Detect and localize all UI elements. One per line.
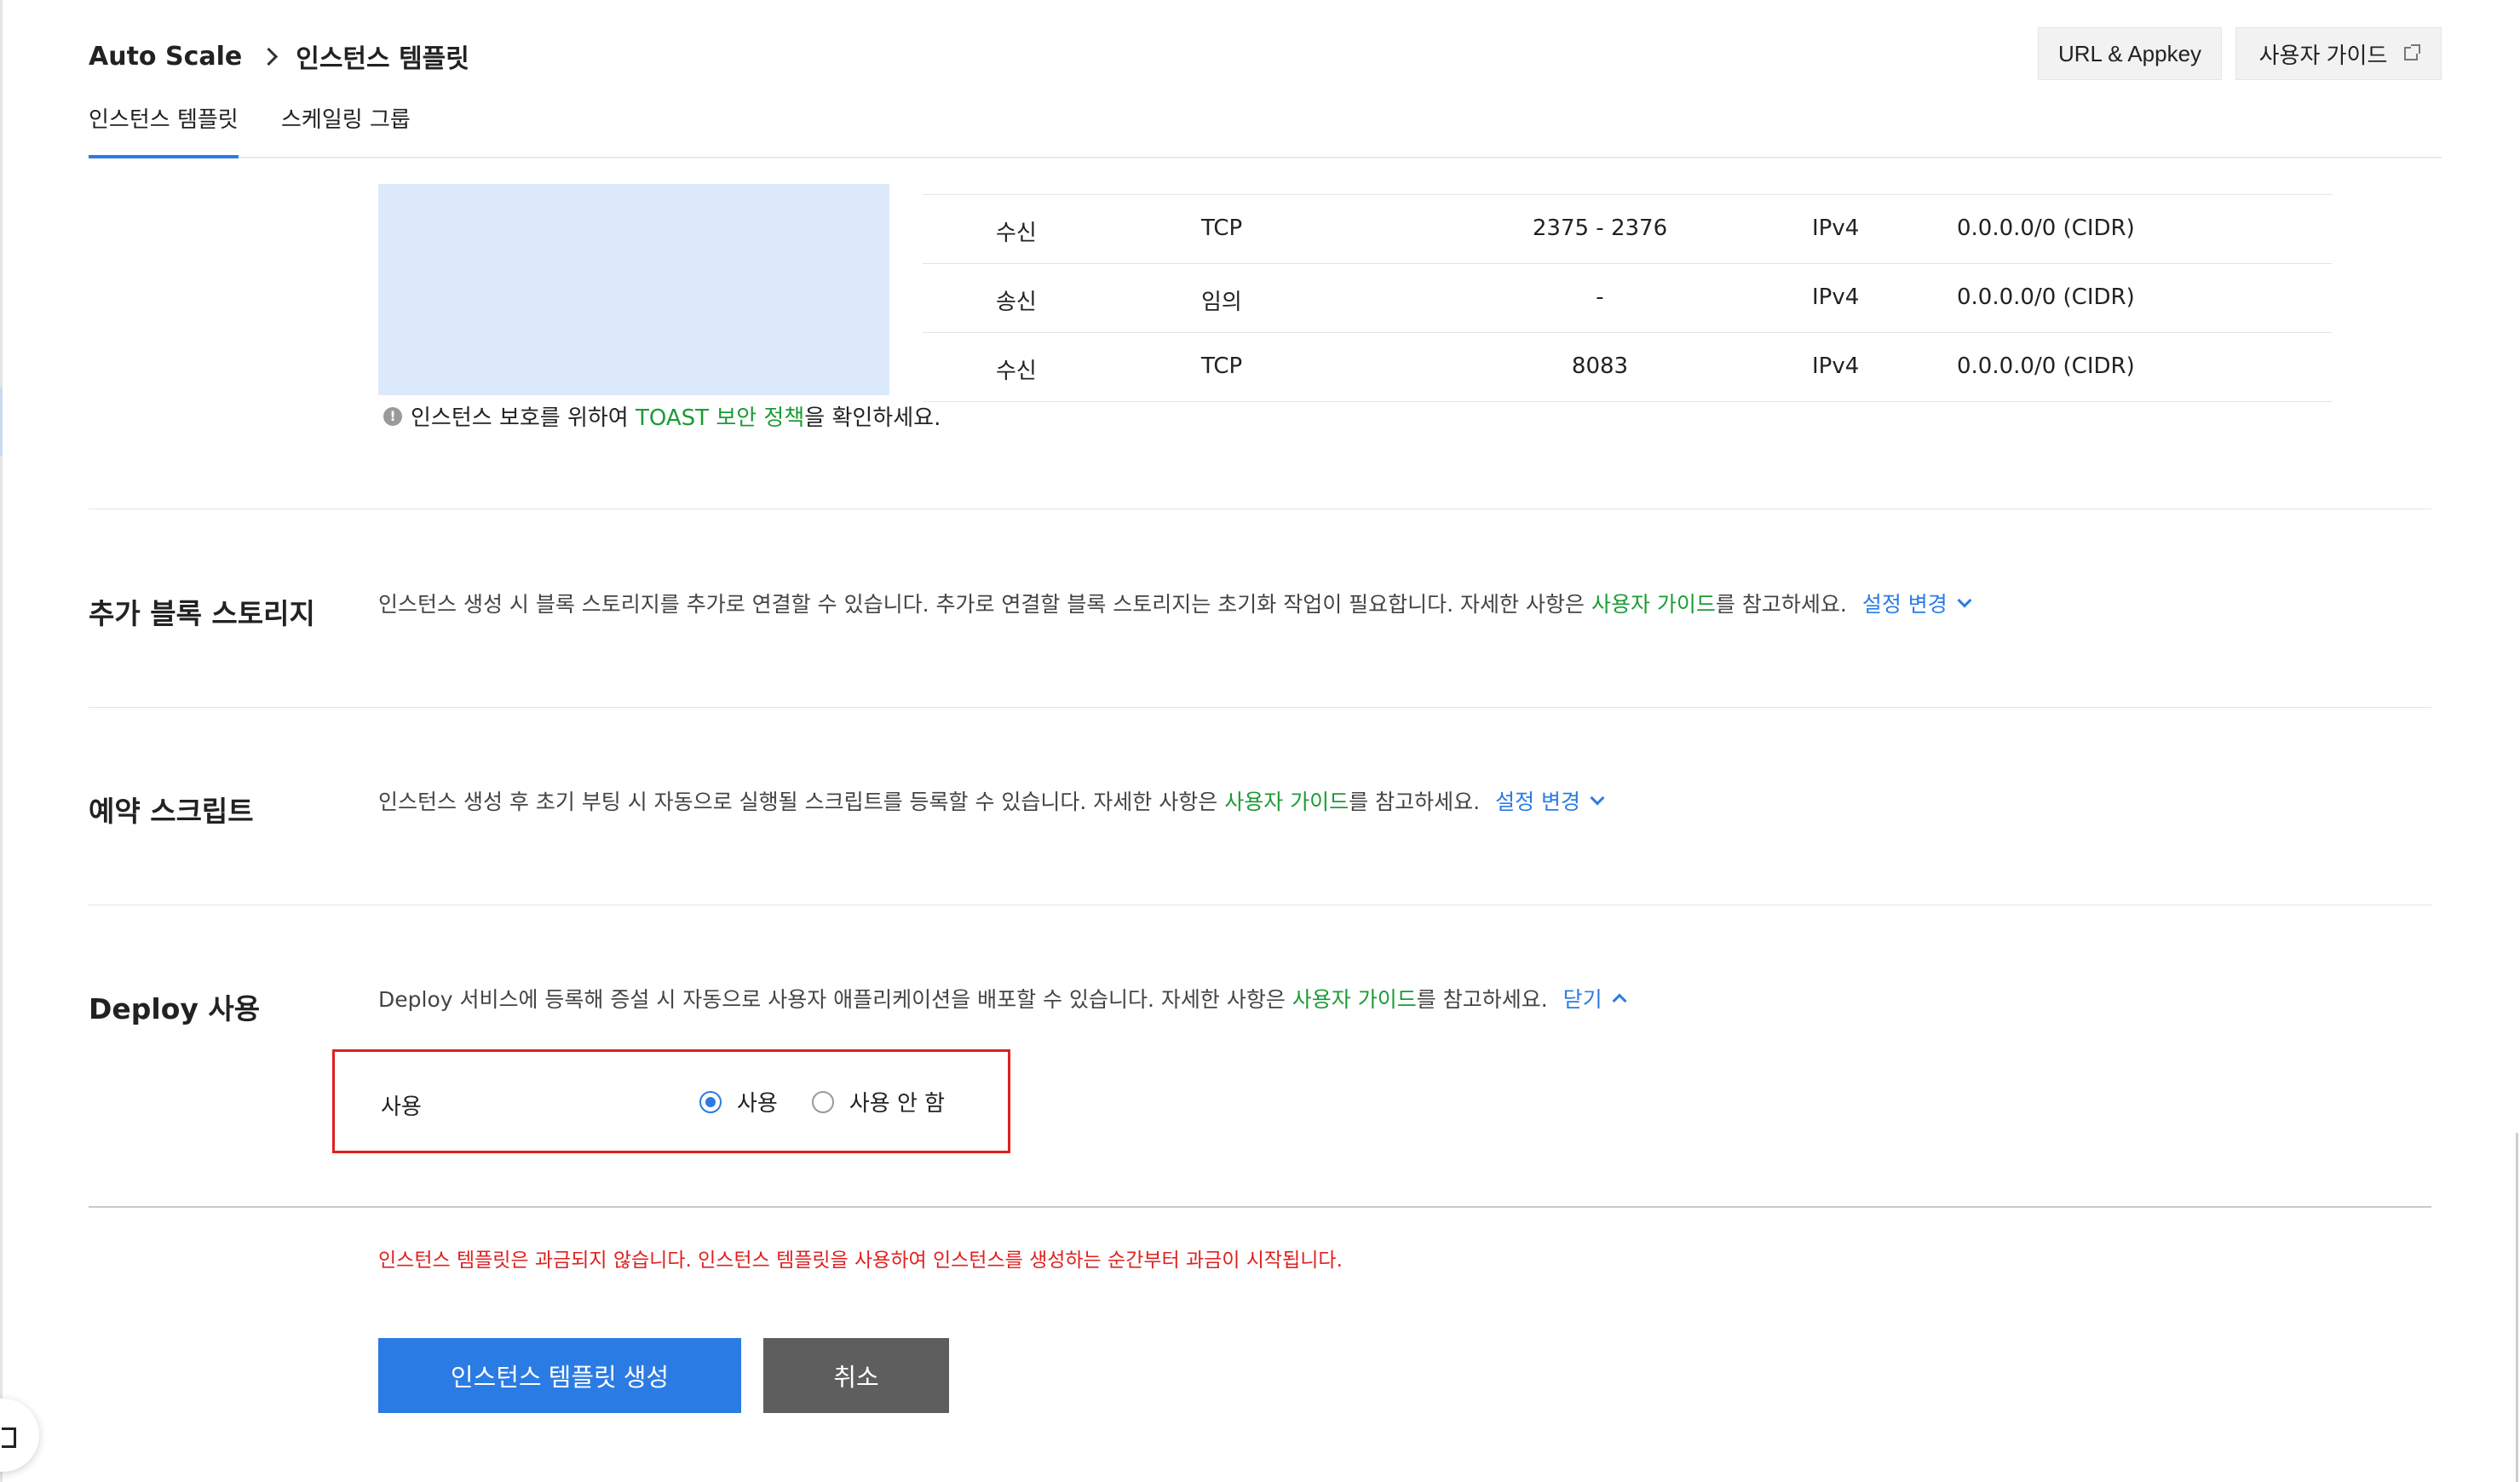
chevron-down-icon[interactable] <box>1590 790 1605 806</box>
deploy-use-label: 사용 <box>381 1094 422 1120</box>
deploy-close-toggle[interactable]: 닫기 <box>1563 983 1602 1014</box>
breadcrumb-root[interactable]: Auto Scale <box>89 42 242 72</box>
billing-warning: 인스턴스 템플릿은 과금되지 않습니다. 인스턴스 템플릿을 사용하여 인스턴스… <box>378 1249 1343 1272</box>
rule-direction: 수신 <box>996 359 1037 384</box>
rule-direction: 수신 <box>996 221 1037 246</box>
widget-icon <box>2 1427 16 1448</box>
table-row: 수신 TCP 2375 - 2376 IPv4 0.0.0.0/0 (CIDR) <box>923 194 2332 263</box>
cancel-label: 취소 <box>833 1364 879 1392</box>
info-icon: ! <box>383 406 402 426</box>
page: Auto Scale 인스턴스 템플릿 URL & Appkey 사용자 가이드… <box>0 0 2520 1482</box>
rule-direction: 송신 <box>996 290 1037 315</box>
scrollbar[interactable] <box>2516 1133 2518 1482</box>
section-divider <box>89 707 2431 708</box>
tab-scaling-group[interactable]: 스케일링 그룹 <box>281 106 411 155</box>
reserved-script-desc-text: 인스턴스 생성 후 초기 부팅 시 자동으로 실행될 스크립트를 등록할 수 있… <box>378 790 1225 814</box>
breadcrumb: Auto Scale 인스턴스 템플릿 <box>89 37 469 75</box>
user-guide-label: 사용자 가이드 <box>2258 42 2388 68</box>
create-template-label: 인스턴스 템플릿 생성 <box>450 1364 670 1392</box>
security-note-suffix: 을 확인하세요. <box>804 405 941 431</box>
rule-protocol: 임의 <box>1201 290 1242 315</box>
deploy-desc-text: Deploy 서비스에 등록해 증설 시 자동으로 사용자 애플리케이션을 배포… <box>378 987 1292 1012</box>
tab-instance-template[interactable]: 인스턴스 템플릿 <box>89 106 239 158</box>
cancel-button[interactable]: 취소 <box>763 1338 949 1413</box>
deploy-use-radio-group: 사용 사용 안 함 <box>699 1086 979 1117</box>
rule-protocol: TCP <box>1201 353 1243 379</box>
block-storage-description: 인스턴스 생성 시 블록 스토리지를 추가로 연결할 수 있습니다. 추가로 연… <box>378 588 1972 618</box>
rule-ether-type: IPv4 <box>1812 353 1860 379</box>
rule-ether-type: IPv4 <box>1812 284 1860 310</box>
rule-ether-type: IPv4 <box>1812 215 1860 241</box>
deploy-desc-suffix: 를 참고하세요. <box>1416 987 1548 1012</box>
deploy-use-radio-off[interactable] <box>811 1090 834 1113</box>
external-link-icon <box>2404 44 2421 60</box>
chevron-down-icon[interactable] <box>1957 593 1972 608</box>
deploy-use-highlight-box: 사용 사용 사용 안 함 <box>332 1049 1010 1153</box>
deploy-guide-link[interactable]: 사용자 가이드 <box>1292 983 1417 1014</box>
rule-protocol: TCP <box>1201 215 1243 241</box>
left-rail-marker <box>0 388 3 456</box>
tab-label: 인스턴스 템플릿 <box>89 107 239 133</box>
security-note-prefix: 인스턴스 보호를 위하여 <box>411 405 636 431</box>
section-divider <box>89 508 2431 509</box>
left-rail <box>0 0 3 1482</box>
rule-remote: 0.0.0.0/0 (CIDR) <box>1957 353 2135 379</box>
rule-port: - <box>1596 284 1604 310</box>
url-appkey-button[interactable]: URL & Appkey <box>2038 27 2222 80</box>
deploy-description: Deploy 서비스에 등록해 증설 시 자동으로 사용자 애플리케이션을 배포… <box>378 983 1627 1014</box>
block-storage-settings-toggle[interactable]: 설정 변경 <box>1862 588 1948 618</box>
chevron-right-icon <box>260 47 279 66</box>
user-guide-button[interactable]: 사용자 가이드 <box>2235 27 2442 80</box>
tab-bar: 인스턴스 템플릿 스케일링 그룹 <box>89 106 2442 158</box>
breadcrumb-current: 인스턴스 템플릿 <box>296 44 469 74</box>
create-template-button[interactable]: 인스턴스 템플릿 생성 <box>378 1338 741 1413</box>
deploy-use-off-label[interactable]: 사용 안 함 <box>849 1086 945 1117</box>
block-storage-guide-link[interactable]: 사용자 가이드 <box>1591 588 1716 618</box>
security-rules-table: 수신 TCP 2375 - 2376 IPv4 0.0.0.0/0 (CIDR)… <box>923 194 2332 402</box>
deploy-use-on-label[interactable]: 사용 <box>737 1086 778 1117</box>
floating-widget-button[interactable] <box>0 1399 39 1472</box>
block-storage-desc-text: 인스턴스 생성 시 블록 스토리지를 추가로 연결할 수 있습니다. 추가로 연… <box>378 592 1591 617</box>
security-group-list-panel <box>378 184 889 395</box>
reserved-script-title: 예약 스크립트 <box>89 795 254 828</box>
chevron-up-icon[interactable] <box>1612 993 1627 1008</box>
block-storage-title: 추가 블록 스토리지 <box>89 597 315 630</box>
tab-label: 스케일링 그룹 <box>281 107 411 133</box>
footer-divider <box>89 1206 2431 1208</box>
table-row: 수신 TCP 8083 IPv4 0.0.0.0/0 (CIDR) <box>923 332 2332 402</box>
rule-remote: 0.0.0.0/0 (CIDR) <box>1957 284 2135 310</box>
toast-security-policy-link[interactable]: TOAST 보안 정책 <box>636 400 804 432</box>
deploy-title: Deploy 사용 <box>89 992 261 1025</box>
reserved-script-guide-link[interactable]: 사용자 가이드 <box>1224 785 1349 816</box>
rule-remote: 0.0.0.0/0 (CIDR) <box>1957 215 2135 241</box>
reserved-script-desc-suffix: 를 참고하세요. <box>1349 790 1481 814</box>
deploy-use-radio-on[interactable] <box>699 1090 722 1113</box>
rule-port: 2375 - 2376 <box>1532 215 1668 241</box>
rule-port: 8083 <box>1571 353 1629 379</box>
table-row: 송신 임의 - IPv4 0.0.0.0/0 (CIDR) <box>923 263 2332 332</box>
reserved-script-description: 인스턴스 생성 후 초기 부팅 시 자동으로 실행될 스크립트를 등록할 수 있… <box>378 785 1605 816</box>
url-appkey-label: URL & Appkey <box>2057 40 2202 66</box>
reserved-script-settings-toggle[interactable]: 설정 변경 <box>1495 785 1580 816</box>
security-note: ! 인스턴스 보호를 위하여 TOAST 보안 정책 을 확인하세요. <box>383 400 941 432</box>
block-storage-desc-suffix: 를 참고하세요. <box>1715 592 1847 617</box>
